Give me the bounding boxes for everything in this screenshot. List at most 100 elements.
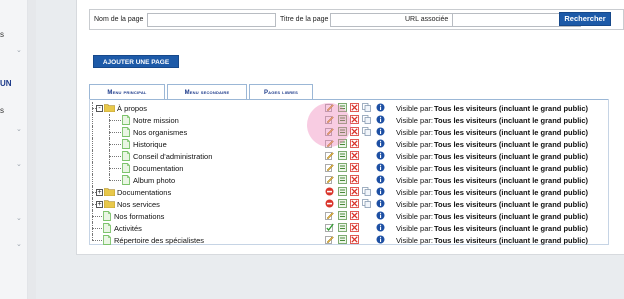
tree-item-label[interactable]: Notre mission [133,116,179,125]
info-icon[interactable] [376,139,385,148]
copy-icon[interactable] [362,187,371,196]
edit-icon[interactable] [325,151,334,160]
delete-icon[interactable] [350,127,359,136]
tree-item-label[interactable]: Conseil d'administration [133,152,212,161]
visibility-value: Tous les visiteurs (incluant le grand pu… [434,224,589,233]
view-icon[interactable] [338,211,347,220]
tree-item-label[interactable]: À propos [117,104,147,113]
tree-row[interactable]: Nos formations Visible par: Tous les visit… [0,210,624,222]
search-button[interactable]: Rechercher [559,12,611,26]
tree-row[interactable]: Conseil d'administration Visible par: Tous… [0,150,624,162]
copy-icon[interactable] [362,199,371,208]
delete-icon[interactable] [350,223,359,232]
collapse-toggle[interactable]: - [96,105,103,112]
tree-connector [92,138,93,150]
delete-icon[interactable] [350,139,359,148]
tree-item-label[interactable]: Documentation [133,164,183,173]
tree-connector [92,150,93,162]
info-icon[interactable] [376,199,385,208]
visibility-value: Tous les visiteurs (incluant le grand pu… [434,188,589,197]
visibility-label: Visible par: [396,188,433,197]
blocked-icon[interactable] [325,187,334,196]
tree-connector [109,132,121,133]
tree-connector [109,120,121,121]
visibility-value: Tous les visiteurs (incluant le grand pu… [434,152,589,161]
visibility-value: Tous les visiteurs (incluant le grand pu… [434,200,589,209]
tree-connector [92,162,93,174]
delete-icon[interactable] [350,199,359,208]
visibility-label: Visible par: [396,116,433,125]
delete-icon[interactable] [350,175,359,184]
expand-toggle[interactable]: + [96,201,103,208]
edit-icon[interactable] [325,163,334,172]
expand-toggle[interactable]: + [96,189,103,196]
info-icon[interactable] [376,175,385,184]
view-icon[interactable] [338,187,347,196]
delete-icon[interactable] [350,235,359,244]
visibility-label: Visible par: [396,104,433,113]
delete-icon[interactable] [350,163,359,172]
delete-icon[interactable] [350,115,359,124]
tree-row[interactable]: Répertoire des spécialistes Visible par: T… [0,234,624,246]
delete-icon[interactable] [350,103,359,112]
blocked-icon[interactable] [325,199,334,208]
edit-icon[interactable] [325,175,334,184]
page-title-label: Titre de la page [280,16,329,23]
copy-icon[interactable] [362,103,371,112]
view-icon[interactable] [338,151,347,160]
tree-connector [92,174,93,186]
tree-row[interactable]: + Documentations Visible par: Tous les visi… [0,186,624,198]
delete-icon[interactable] [350,211,359,220]
tree-connector [92,114,93,126]
info-icon[interactable] [376,211,385,220]
info-icon[interactable] [376,127,385,136]
info-icon[interactable] [376,115,385,124]
tree-item-label[interactable]: Nos organismes [133,128,187,137]
tree-item-label[interactable]: Documentations [117,188,171,197]
nav-item-2[interactable]: UN [0,79,12,88]
tree-item-label[interactable]: Nos services [117,200,160,209]
view-icon[interactable] [338,235,347,244]
tree-row[interactable]: + Nos services Visible par: Tous les visite… [0,198,624,210]
copy-icon[interactable] [362,127,371,136]
info-icon[interactable] [376,103,385,112]
info-icon[interactable] [376,151,385,160]
visibility-value: Tous les visiteurs (incluant le grand pu… [434,164,589,173]
tree-item-label[interactable]: Album photo [133,176,175,185]
info-icon[interactable] [376,163,385,172]
page-name-input[interactable] [147,13,276,27]
delete-icon[interactable] [350,151,359,160]
delete-icon[interactable] [350,187,359,196]
tree-row[interactable]: Album photo Visible par: Tous les visiteur… [0,174,624,186]
tab-secondary-menu[interactable]: Menu secondaire [167,84,247,100]
folder-icon [103,199,116,209]
tree-row[interactable]: Activités Visible par: Tous les visiteurs … [0,222,624,234]
checked-icon[interactable] [325,223,334,232]
copy-icon[interactable] [362,115,371,124]
tree-row[interactable]: Documentation Visible par: Tous les visite… [0,162,624,174]
info-icon[interactable] [376,223,385,232]
view-icon[interactable] [338,223,347,232]
page-icon [122,175,130,185]
tab-free-pages[interactable]: Pages libres [249,84,313,100]
edit-icon[interactable] [325,211,334,220]
tree-item-label[interactable]: Historique [133,140,167,149]
view-icon[interactable] [338,199,347,208]
tree-item-label[interactable]: Nos formations [114,212,164,221]
tree-item-label[interactable]: Activités [114,224,142,233]
visibility-label: Visible par: [396,140,433,149]
page-icon [103,223,111,233]
nav-item-1[interactable]: s [0,30,4,39]
info-icon[interactable] [376,235,385,244]
tree-item-label[interactable]: Répertoire des spécialistes [114,236,204,245]
view-icon[interactable] [338,163,347,172]
info-icon[interactable] [376,187,385,196]
chevron-down-icon[interactable]: ⌄ [16,46,22,54]
tree-connector [109,156,121,157]
view-icon[interactable] [338,175,347,184]
edit-icon[interactable] [325,235,334,244]
folder-icon [103,103,116,113]
add-page-button[interactable]: AJOUTER UNE PAGE [93,55,179,68]
tab-main-menu[interactable]: Menu principal [89,84,165,100]
page-icon [103,211,111,221]
